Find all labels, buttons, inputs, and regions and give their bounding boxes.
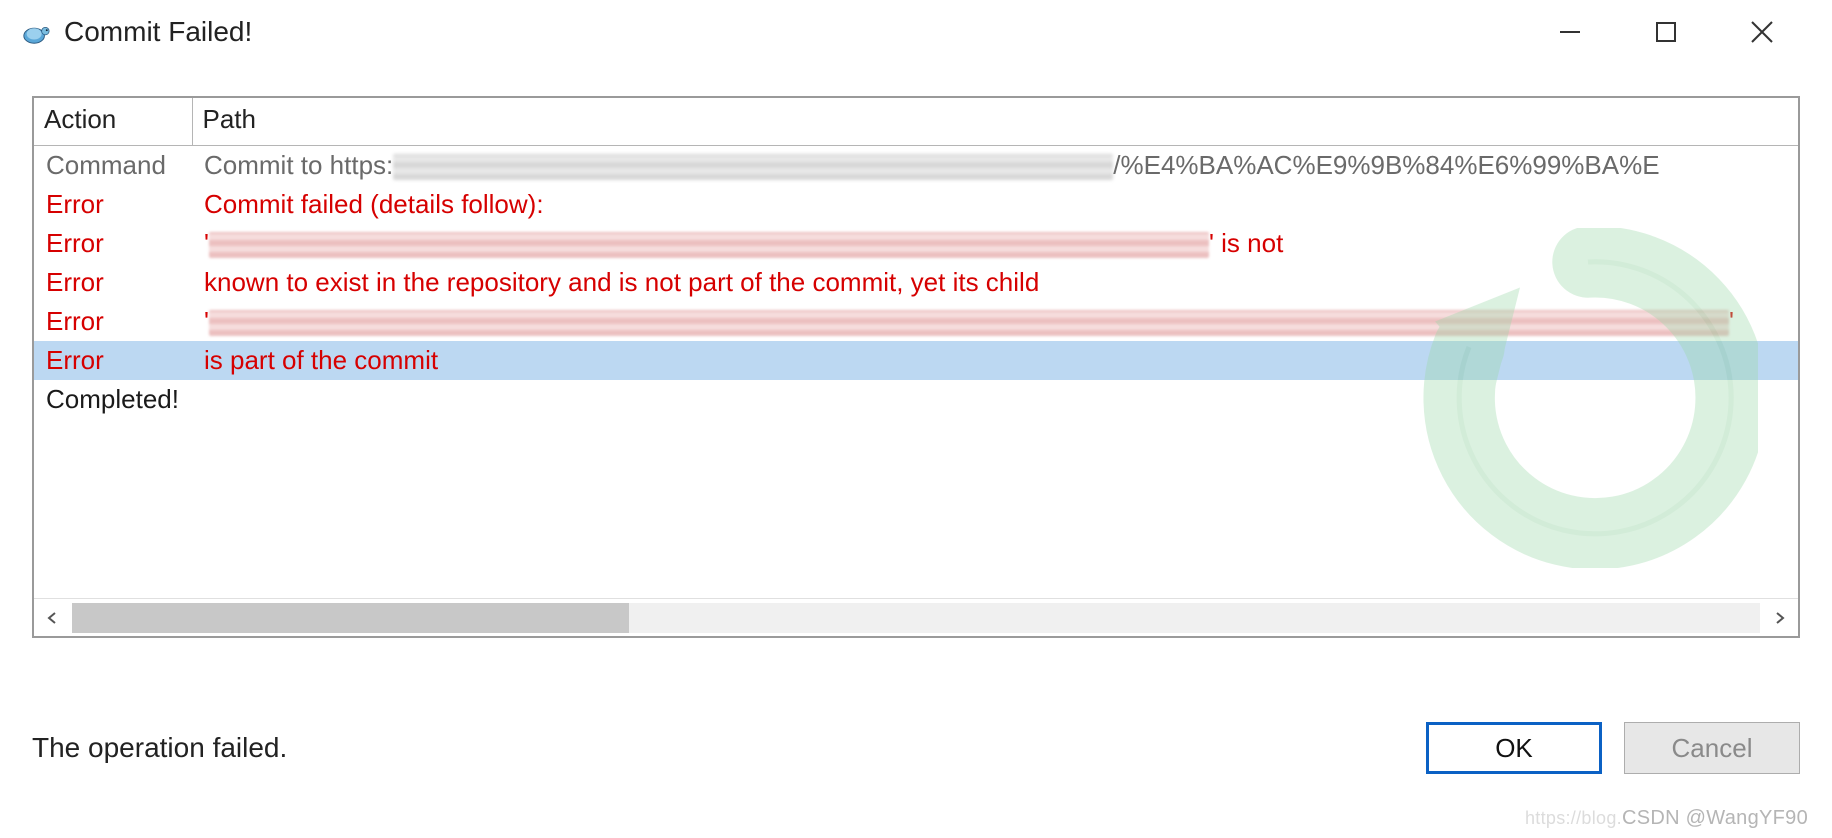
log-panel: Action Path CommandCommit to https:/%E4%… — [32, 96, 1800, 638]
scroll-left-arrow[interactable] — [34, 600, 70, 636]
table-row[interactable]: Error is part of the commit — [34, 341, 1798, 380]
status-text: The operation failed. — [32, 732, 1404, 764]
footer: The operation failed. OK Cancel — [32, 722, 1800, 774]
close-button[interactable] — [1732, 8, 1792, 56]
row-action: Error — [34, 224, 192, 263]
table-row[interactable]: Completed! — [34, 380, 1798, 419]
window-title: Commit Failed! — [64, 16, 1540, 48]
redacted-block — [209, 310, 1729, 336]
row-path: known to exist in the repository and is … — [192, 263, 1798, 302]
horizontal-scrollbar[interactable] — [34, 598, 1798, 636]
table-row[interactable]: Error'' is not — [34, 224, 1798, 263]
redacted-block — [209, 232, 1209, 258]
scroll-track[interactable] — [72, 603, 1760, 633]
redacted-block — [393, 154, 1113, 180]
row-path: is part of the commit — [192, 341, 1798, 380]
maximize-button[interactable] — [1636, 8, 1696, 56]
titlebar: Commit Failed! — [0, 0, 1832, 64]
row-action: Completed! — [34, 380, 192, 419]
table-row[interactable]: Error '' — [34, 302, 1798, 341]
window-controls — [1540, 8, 1824, 56]
row-path — [192, 380, 1798, 419]
csdn-watermark: https://blog.CSDN @WangYF90 — [1525, 807, 1808, 830]
col-header-action[interactable]: Action — [34, 98, 192, 146]
scroll-thumb[interactable] — [72, 603, 629, 633]
cancel-button[interactable]: Cancel — [1624, 722, 1800, 774]
tortoisesvn-icon — [20, 16, 52, 48]
row-action: Error — [34, 341, 192, 380]
table-row[interactable]: Error known to exist in the repository a… — [34, 263, 1798, 302]
row-action: Error — [34, 302, 192, 341]
row-action: Error — [34, 185, 192, 224]
log-table: Action Path CommandCommit to https:/%E4%… — [34, 98, 1798, 419]
table-row[interactable]: ErrorCommit failed (details follow): — [34, 185, 1798, 224]
minimize-button[interactable] — [1540, 8, 1600, 56]
row-path: Commit failed (details follow): — [192, 185, 1798, 224]
row-action: Error — [34, 263, 192, 302]
scroll-right-arrow[interactable] — [1762, 600, 1798, 636]
row-path: '' is not — [192, 224, 1798, 263]
col-header-path[interactable]: Path — [192, 98, 1798, 146]
row-path: '' — [192, 302, 1798, 341]
table-row[interactable]: CommandCommit to https:/%E4%BA%AC%E9%9B%… — [34, 146, 1798, 186]
ok-button[interactable]: OK — [1426, 722, 1602, 774]
row-path: Commit to https:/%E4%BA%AC%E9%9B%84%E6%9… — [192, 146, 1798, 186]
row-action: Command — [34, 146, 192, 186]
